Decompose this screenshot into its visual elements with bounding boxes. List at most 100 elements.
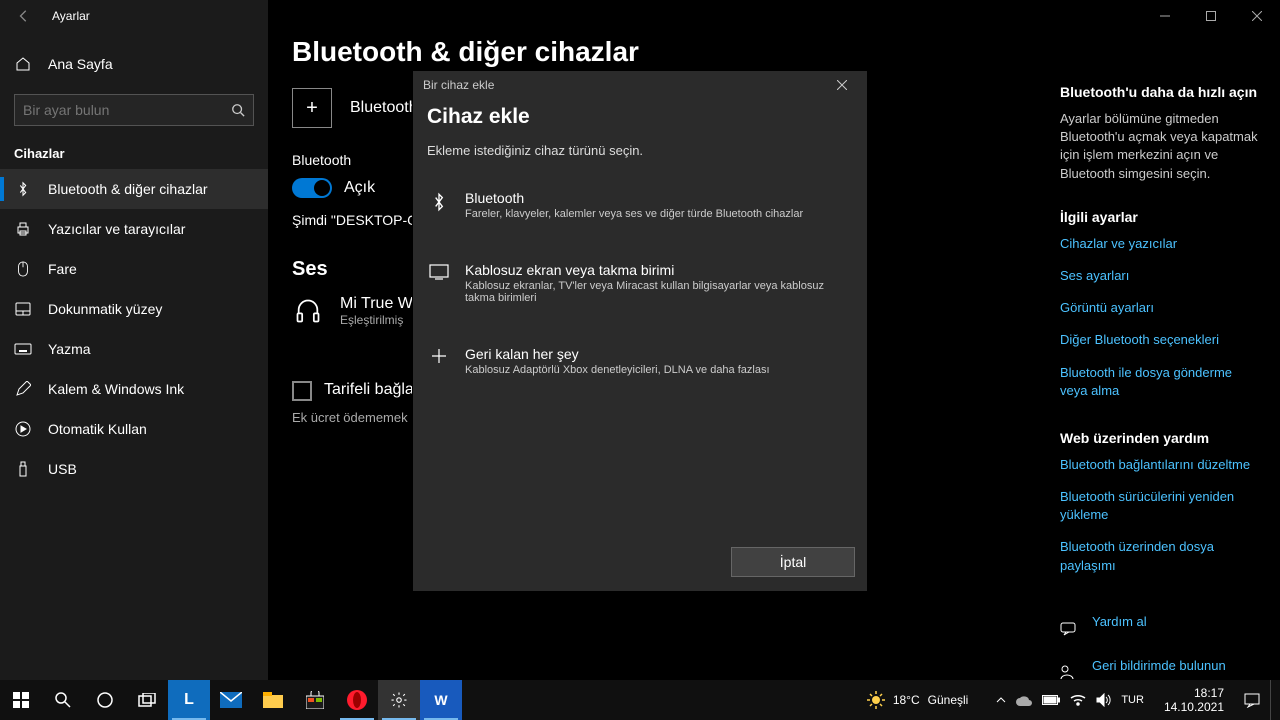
link-display-settings[interactable]: Görüntü ayarları bbox=[1060, 299, 1260, 317]
taskbar-explorer[interactable] bbox=[252, 680, 294, 720]
system-tray: TUR bbox=[1016, 693, 1144, 707]
display-icon bbox=[429, 264, 449, 280]
sidebar-item-bluetooth[interactable]: Bluetooth & diğer cihazlar bbox=[0, 169, 268, 209]
link-feedback[interactable]: Geri bildirimde bulunun bbox=[1092, 657, 1226, 675]
headphones-icon bbox=[292, 295, 324, 327]
taskbar-settings[interactable] bbox=[378, 680, 420, 720]
printer-icon bbox=[14, 221, 32, 237]
link-fix-bt[interactable]: Bluetooth bağlantılarını düzeltme bbox=[1060, 456, 1260, 474]
tray-chevron[interactable] bbox=[996, 695, 1006, 705]
sidebar-item-typing[interactable]: Yazma bbox=[0, 329, 268, 369]
link-bt-send-receive[interactable]: Bluetooth ile dosya gönderme veya alma bbox=[1060, 364, 1260, 400]
autoplay-icon bbox=[14, 421, 32, 437]
help-icon bbox=[1060, 620, 1078, 638]
plus-icon bbox=[429, 348, 449, 364]
get-help-row[interactable]: Yardım al bbox=[1060, 613, 1260, 645]
start-button[interactable] bbox=[0, 680, 42, 720]
sidebar-category: Cihazlar bbox=[0, 130, 268, 169]
weather-widget[interactable]: 18°C Güneşli bbox=[867, 691, 969, 709]
home-icon bbox=[14, 56, 32, 72]
link-devices-printers[interactable]: Cihazlar ve yazıcılar bbox=[1060, 235, 1260, 253]
taskbar-mail[interactable] bbox=[210, 680, 252, 720]
clock-time: 18:17 bbox=[1164, 686, 1224, 700]
dialog-subtitle: Ekleme istediğiniz cihaz türünü seçin. bbox=[427, 143, 853, 158]
option-title: Bluetooth bbox=[465, 190, 803, 206]
cortana-button[interactable] bbox=[84, 680, 126, 720]
option-desc: Fareler, klavyeler, kalemler veya ses ve… bbox=[465, 208, 803, 220]
sidebar-search[interactable] bbox=[14, 94, 254, 126]
link-get-help[interactable]: Yardım al bbox=[1092, 613, 1147, 631]
clock-date: 14.10.2021 bbox=[1164, 700, 1224, 714]
option-wireless-display[interactable]: Kablosuz ekran veya takma birimi Kablosu… bbox=[427, 250, 853, 316]
language-indicator[interactable]: TUR bbox=[1121, 694, 1144, 706]
taskbar-store[interactable] bbox=[294, 680, 336, 720]
sidebar-item-label: Yazıcılar ve tarayıcılar bbox=[48, 221, 185, 237]
window-title: Ayarlar bbox=[48, 9, 90, 23]
related-heading: İlgili ayarlar bbox=[1060, 209, 1260, 225]
toggle-state: Açık bbox=[344, 179, 375, 197]
sidebar-item-touchpad[interactable]: Dokunmatik yüzey bbox=[0, 289, 268, 329]
plus-icon: + bbox=[292, 88, 332, 128]
dialog-heading: Cihaz ekle bbox=[427, 105, 853, 129]
sidebar: Ana Sayfa Cihazlar Bluetooth & diğer cih… bbox=[0, 0, 268, 680]
sidebar-item-autoplay[interactable]: Otomatik Kullan bbox=[0, 409, 268, 449]
action-center-button[interactable] bbox=[1244, 692, 1260, 708]
option-bluetooth[interactable]: Bluetooth Fareler, klavyeler, kalemler v… bbox=[427, 178, 853, 232]
dialog-close-button[interactable] bbox=[837, 80, 857, 90]
bluetooth-icon bbox=[429, 192, 449, 212]
show-desktop-button[interactable] bbox=[1270, 680, 1276, 720]
search-input[interactable] bbox=[23, 102, 231, 118]
taskbar: L W 18°C Güneşli TU bbox=[0, 680, 1280, 720]
help-heading: Web üzerinden yardım bbox=[1060, 430, 1260, 446]
taskbar-clock[interactable]: 18:17 14.10.2021 bbox=[1154, 686, 1234, 715]
option-title: Kablosuz ekran veya takma birimi bbox=[465, 262, 851, 278]
link-file-sharing[interactable]: Bluetooth üzerinden dosya paylaşımı bbox=[1060, 538, 1260, 574]
sidebar-item-usb[interactable]: USB bbox=[0, 449, 268, 489]
bluetooth-toggle[interactable] bbox=[292, 178, 332, 198]
sidebar-item-pen[interactable]: Kalem & Windows Ink bbox=[0, 369, 268, 409]
sidebar-item-label: Otomatik Kullan bbox=[48, 421, 147, 437]
mouse-icon bbox=[14, 261, 32, 277]
onedrive-icon[interactable] bbox=[1016, 694, 1032, 706]
sidebar-item-printers[interactable]: Yazıcılar ve tarayıcılar bbox=[0, 209, 268, 249]
sidebar-item-mouse[interactable]: Fare bbox=[0, 249, 268, 289]
weather-temp: 18°C bbox=[893, 693, 920, 707]
right-rail: Bluetooth'u daha da hızlı açın Ayarlar b… bbox=[1060, 84, 1260, 701]
taskbar-opera[interactable] bbox=[336, 680, 378, 720]
sidebar-item-label: Dokunmatik yüzey bbox=[48, 301, 162, 317]
bluetooth-icon bbox=[14, 181, 32, 197]
search-icon bbox=[231, 103, 245, 117]
back-button[interactable] bbox=[0, 0, 48, 32]
metered-checkbox[interactable] bbox=[292, 381, 312, 401]
link-reinstall-drivers[interactable]: Bluetooth sürücülerini yeniden yükleme bbox=[1060, 488, 1260, 524]
option-everything-else[interactable]: Geri kalan her şey Kablosuz Adaptörlü Xb… bbox=[427, 334, 853, 388]
link-more-bt-options[interactable]: Diğer Bluetooth seçenekleri bbox=[1060, 331, 1260, 349]
usb-icon bbox=[14, 461, 32, 477]
sidebar-item-label: Fare bbox=[48, 261, 77, 277]
quick-text: Ayarlar bölümüne gitmeden Bluetooth'u aç… bbox=[1060, 110, 1260, 183]
add-device-dialog: Bir cihaz ekle Cihaz ekle Ekleme istediğ… bbox=[412, 70, 868, 592]
quick-heading: Bluetooth'u daha da hızlı açın bbox=[1060, 84, 1260, 100]
search-button[interactable] bbox=[42, 680, 84, 720]
touchpad-icon bbox=[14, 302, 32, 316]
option-title: Geri kalan her şey bbox=[465, 346, 770, 362]
battery-icon[interactable] bbox=[1042, 695, 1060, 705]
taskbar-word[interactable]: W bbox=[420, 680, 462, 720]
cancel-button[interactable]: İptal bbox=[731, 547, 855, 577]
keyboard-icon bbox=[14, 343, 32, 355]
weather-desc: Güneşli bbox=[928, 693, 969, 707]
wifi-icon[interactable] bbox=[1070, 694, 1086, 706]
pen-icon bbox=[14, 381, 32, 397]
dialog-titlebar: Bir cihaz ekle bbox=[413, 71, 867, 99]
option-desc: Kablosuz ekranlar, TV'ler veya Miracast … bbox=[465, 280, 851, 304]
page-heading: Bluetooth & diğer cihazlar bbox=[292, 36, 1256, 68]
sidebar-home[interactable]: Ana Sayfa bbox=[0, 44, 268, 84]
taskbar-app-1[interactable]: L bbox=[168, 680, 210, 720]
option-desc: Kablosuz Adaptörlü Xbox denetleyicileri,… bbox=[465, 364, 770, 376]
sidebar-home-label: Ana Sayfa bbox=[48, 56, 113, 72]
sun-icon bbox=[867, 691, 885, 709]
sidebar-item-label: USB bbox=[48, 461, 77, 477]
link-sound-settings[interactable]: Ses ayarları bbox=[1060, 267, 1260, 285]
task-view-button[interactable] bbox=[126, 680, 168, 720]
volume-icon[interactable] bbox=[1096, 693, 1111, 707]
